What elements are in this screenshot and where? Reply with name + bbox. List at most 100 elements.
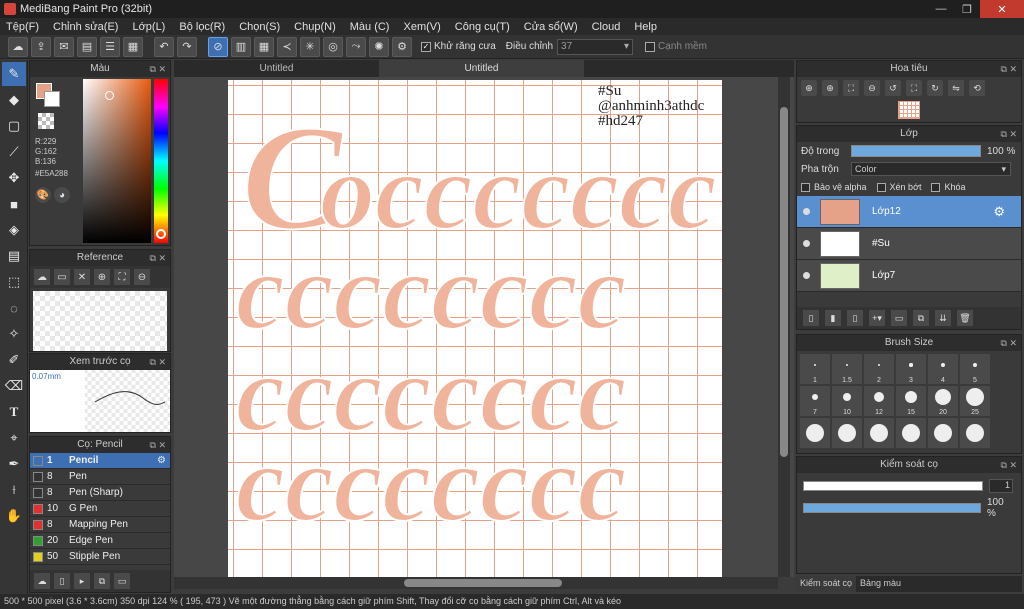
current-color[interactable] (36, 83, 60, 107)
gradient-tool-icon[interactable]: ▤ (2, 244, 26, 268)
line-tool-icon[interactable]: ⟋ (2, 140, 26, 164)
brush-size-cell[interactable] (864, 418, 894, 448)
horizontal-scroll-thumb[interactable] (404, 579, 562, 587)
horizontal-scrollbar[interactable] (174, 577, 778, 589)
snap-settings-icon[interactable]: ⚙ (392, 36, 412, 57)
brush-size-cell[interactable] (928, 418, 958, 448)
brush-size-cell[interactable] (800, 418, 830, 448)
visibility-icon[interactable] (803, 272, 810, 279)
focus-snap-icon[interactable]: ✳ (300, 36, 320, 57)
text-tool-icon[interactable]: T (2, 400, 26, 424)
brush-size-input[interactable]: 1 (989, 479, 1013, 493)
curve-snap-icon[interactable]: ⤳ (346, 36, 366, 57)
brush-item[interactable]: 8 Pen (Sharp) (30, 485, 170, 501)
brush-size-cell[interactable] (960, 418, 990, 448)
menu-capture[interactable]: Chụp(N) (294, 21, 336, 33)
move-tool-icon[interactable]: ✥ (2, 166, 26, 190)
cloud-icon[interactable]: ☁ (8, 36, 28, 57)
ref-import-icon[interactable]: ☁ (34, 269, 50, 285)
brush-size-cell[interactable]: 20 (928, 386, 958, 416)
smooth-checkbox[interactable]: Cạnh mềm (645, 41, 707, 52)
transparent-swatch[interactable] (38, 113, 54, 129)
share-icon[interactable]: ⇪ (31, 36, 51, 57)
layer-new-icon[interactable]: ▯ (803, 310, 819, 326)
list-icon[interactable]: ☰ (100, 36, 120, 57)
brush-tool-icon[interactable]: ✎ (2, 62, 26, 86)
adjust-select[interactable]: 37 (557, 38, 634, 55)
select-rect-icon[interactable]: ⬚ (2, 270, 26, 294)
select-eraser-icon[interactable]: ⌫ (2, 374, 26, 398)
antialias-checkbox[interactable]: ✓ Khử răng cưa (421, 41, 496, 52)
opacity-slider[interactable] (851, 145, 981, 157)
navigator-thumbnail[interactable] (898, 101, 920, 119)
brush-opacity-slider[interactable] (803, 503, 981, 513)
layer-folder-icon[interactable]: ▭ (891, 310, 907, 326)
brush-item[interactable]: 8 Pen (30, 469, 170, 485)
redo-icon[interactable]: ↷ (177, 36, 197, 57)
ref-open-icon[interactable]: ▭ (54, 269, 70, 285)
rect-tool-icon[interactable]: ▢ (2, 114, 26, 138)
brush-size-cell[interactable]: 25 (960, 386, 990, 416)
brush-size-cell[interactable]: 12 (864, 386, 894, 416)
nav-fullscreen-icon[interactable]: ⛶ (906, 80, 922, 96)
tab-color-palette[interactable]: Bảng màu (856, 576, 905, 592)
brush-size-cell[interactable]: 1 (800, 354, 830, 384)
select-pen-icon[interactable]: ✐ (2, 348, 26, 372)
brush-size-cell[interactable]: 10 (832, 386, 862, 416)
layer-new-8bit-icon[interactable]: ▯ (847, 310, 863, 326)
vertical-scroll-thumb[interactable] (780, 107, 788, 457)
brush-item[interactable]: 10 G Pen (30, 501, 170, 517)
brush-cloud-icon[interactable]: ☁ (34, 573, 50, 589)
menu-help[interactable]: Help (634, 21, 657, 33)
brush-add-icon[interactable]: ▸ (74, 573, 90, 589)
nav-flip-icon[interactable]: ⇋ (948, 80, 964, 96)
magic-wand-icon[interactable]: ✧ (2, 322, 26, 346)
brush-size-cell[interactable]: 7 (800, 386, 830, 416)
hue-slider[interactable] (154, 79, 168, 243)
ref-zoom-in-icon[interactable]: ⊕ (94, 269, 110, 285)
nav-zoom-in-icon[interactable]: ⊕ (801, 80, 817, 96)
brush-new-icon[interactable]: ▯ (54, 573, 70, 589)
panel-icon[interactable]: ▦ (123, 36, 143, 57)
brush-size-cell[interactable]: 2 (864, 354, 894, 384)
grid-snap-icon[interactable]: ▦ (254, 36, 274, 57)
vertical-scrollbar[interactable] (778, 77, 790, 577)
menu-select[interactable]: Chọn(S) (239, 21, 280, 33)
palette-add-icon[interactable]: ◕ (54, 187, 70, 203)
lock-checkbox[interactable]: Khóa (931, 182, 966, 192)
brush-size-slider[interactable] (803, 481, 983, 491)
palette-icon[interactable]: 🎨 (35, 187, 51, 203)
brush-size-cell[interactable] (832, 418, 862, 448)
tab-untitled-1[interactable]: Untitled (174, 60, 379, 77)
saturation-value-picker[interactable] (83, 79, 151, 243)
brush-size-cell[interactable]: 15 (896, 386, 926, 416)
brush-item[interactable]: 50 Stipple Pen (30, 549, 170, 565)
ref-zoom-out-icon[interactable]: ⊖ (134, 269, 150, 285)
fill-rect-icon[interactable]: ■ (2, 192, 26, 216)
visibility-icon[interactable] (803, 208, 810, 215)
menu-tools[interactable]: Công cụ(T) (455, 21, 510, 33)
blend-mode-select[interactable]: Color (851, 162, 1011, 176)
nav-zoom-in2-icon[interactable]: ⊕ (822, 80, 838, 96)
protect-alpha-checkbox[interactable]: Bảo vệ alpha (801, 182, 867, 192)
menu-file[interactable]: Tệp(F) (6, 21, 39, 33)
layer-merge-icon[interactable]: ⇊ (935, 310, 951, 326)
brush-size-cell[interactable]: 1.5 (832, 354, 862, 384)
menu-filter[interactable]: Bộ lọc(R) (179, 21, 225, 33)
note-icon[interactable]: ▤ (77, 36, 97, 57)
circle-snap-icon[interactable]: ◎ (323, 36, 343, 57)
menu-view[interactable]: Xem(V) (403, 21, 440, 33)
brush-size-cell[interactable]: 4 (928, 354, 958, 384)
comment-icon[interactable]: ✉ (54, 36, 74, 57)
ref-fit-icon[interactable]: ⛶ (114, 269, 130, 285)
brush-item[interactable]: 8 Mapping Pen (30, 517, 170, 533)
layer-row[interactable]: #Su (797, 228, 1021, 260)
nav-fit-icon[interactable]: ⛶ (843, 80, 859, 96)
visibility-icon[interactable] (803, 240, 810, 247)
brush-settings-icon[interactable]: ⚙ (157, 455, 166, 466)
artwork-svg[interactable]: C occccccc cccccccc cccccccc cccccccc (228, 80, 722, 577)
ref-close-icon[interactable]: ✕ (74, 269, 90, 285)
nav-rotate-left-icon[interactable]: ↺ (885, 80, 901, 96)
menu-layer[interactable]: Lớp(L) (132, 21, 165, 33)
nav-rotate-right-icon[interactable]: ↻ (927, 80, 943, 96)
